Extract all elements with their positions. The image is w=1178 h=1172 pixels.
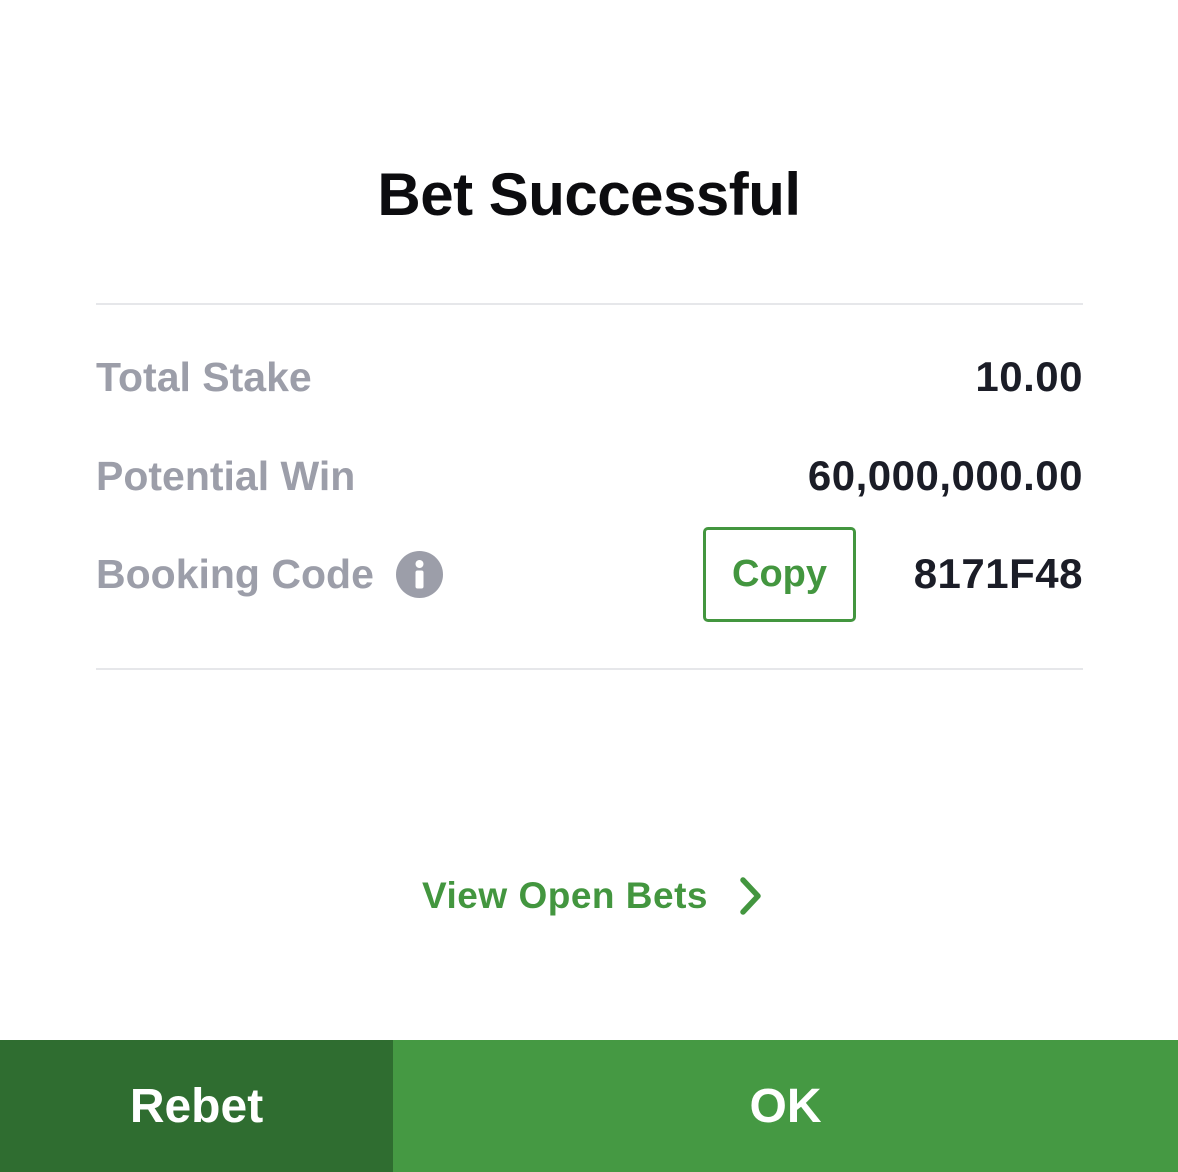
potential-win-row: Potential Win 60,000,000.00 bbox=[96, 446, 1083, 506]
view-open-bets-label: View Open Bets bbox=[422, 875, 708, 916]
dialog-title: Bet Successful bbox=[377, 161, 801, 228]
booking-code-label: Booking Code bbox=[96, 551, 374, 597]
action-bar: Rebet OK bbox=[0, 1040, 1178, 1172]
bet-success-dialog: Bet Successful Total Stake 10.00 Potenti… bbox=[0, 0, 1178, 1172]
top-divider bbox=[96, 303, 1083, 305]
ok-button[interactable]: OK bbox=[393, 1040, 1178, 1172]
total-stake-row: Total Stake 10.00 bbox=[96, 347, 1083, 407]
bottom-divider bbox=[96, 668, 1083, 670]
copy-button[interactable]: Copy bbox=[703, 527, 856, 622]
chevron-right-icon bbox=[740, 877, 761, 915]
total-stake-value: 10.00 bbox=[975, 353, 1083, 400]
view-open-bets-content: View Open Bets bbox=[422, 875, 764, 917]
total-stake-label: Total Stake bbox=[96, 354, 312, 400]
view-open-bets-link[interactable]: View Open Bets bbox=[0, 866, 1178, 926]
potential-win-label: Potential Win bbox=[96, 453, 356, 499]
info-icon[interactable] bbox=[396, 551, 443, 598]
booking-code-row: Booking Code Copy 8171F48 bbox=[96, 527, 1083, 622]
potential-win-value: 60,000,000.00 bbox=[807, 452, 1083, 499]
booking-code-value: 8171F48 bbox=[913, 550, 1083, 597]
rebet-button[interactable]: Rebet bbox=[0, 1040, 393, 1172]
